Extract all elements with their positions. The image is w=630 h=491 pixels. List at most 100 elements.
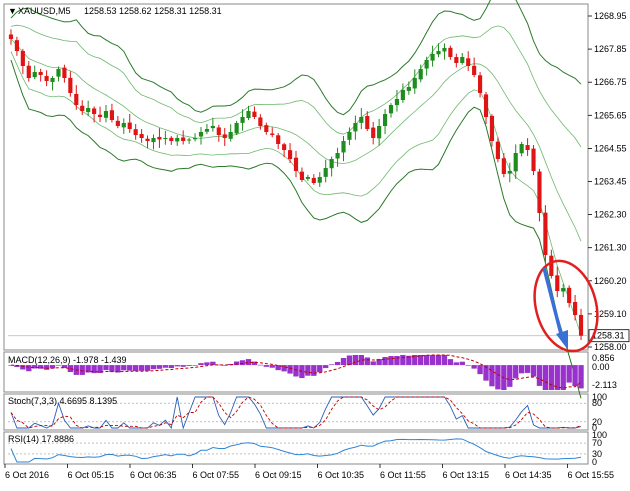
current-price-label: 1258.31 xyxy=(592,331,625,341)
macd-histogram-bar xyxy=(138,365,145,371)
macd-histogram-bar xyxy=(328,364,335,366)
rsi-tick-label: 0 xyxy=(592,457,597,467)
candle-body xyxy=(436,51,441,55)
price-tick-label: 1267.85 xyxy=(594,44,627,54)
macd-histogram-bar xyxy=(121,365,127,371)
macd-histogram-bar xyxy=(513,365,519,379)
macd-histogram-bar xyxy=(441,355,448,366)
macd-histogram-bar xyxy=(144,365,151,371)
macd-histogram-bar xyxy=(453,362,460,366)
macd-histogram-bar xyxy=(489,365,495,387)
candle-body xyxy=(507,171,512,174)
candle-body xyxy=(14,40,19,51)
time-tick-label: 6 Oct 09:15 xyxy=(255,470,302,480)
candle-body xyxy=(495,141,500,159)
candle-body xyxy=(353,123,358,132)
candle-body xyxy=(531,148,536,171)
candle-body xyxy=(578,314,584,336)
candle-body xyxy=(86,108,91,113)
candle-body xyxy=(139,133,144,138)
macd-histogram-bar xyxy=(180,365,186,367)
macd-tick-label: -2.113 xyxy=(592,380,617,390)
candle-body xyxy=(204,129,210,132)
candle-body xyxy=(561,288,566,292)
macd-histogram-bar xyxy=(198,363,204,366)
candle-body xyxy=(234,123,239,134)
macd-histogram-bar xyxy=(103,365,109,371)
stoch-label: Stoch(7,3,3) 4.6695 8.1395 xyxy=(8,396,117,406)
macd-histogram-bar xyxy=(465,365,471,366)
macd-histogram-bar xyxy=(578,365,584,389)
candle-body xyxy=(216,127,221,135)
macd-histogram-bar xyxy=(263,365,269,367)
macd-histogram-bar xyxy=(536,365,543,386)
macd-histogram-bar xyxy=(168,365,174,369)
candle-body xyxy=(264,125,269,132)
candle-body xyxy=(115,120,120,126)
candle-body xyxy=(448,47,453,57)
macd-histogram-bar xyxy=(429,355,436,366)
candle-body xyxy=(38,72,43,75)
macd-histogram-bar xyxy=(109,365,115,372)
macd-histogram-bar xyxy=(323,365,329,369)
macd-histogram-bar xyxy=(518,365,525,374)
candle-body xyxy=(371,127,376,138)
macd-histogram-bar xyxy=(364,357,370,366)
rsi-panel xyxy=(3,431,589,465)
macd-histogram-bar xyxy=(346,355,353,366)
candle-body xyxy=(388,105,394,114)
macd-histogram-bar xyxy=(257,364,264,366)
candle-body xyxy=(305,177,310,179)
candle-body xyxy=(56,69,61,77)
candle-body xyxy=(537,171,542,213)
price-tick-label: 1264.55 xyxy=(594,143,627,153)
candle-body xyxy=(573,302,578,315)
price-tick-label: 1266.75 xyxy=(594,77,627,87)
candle-body xyxy=(252,111,257,117)
candle-body xyxy=(151,138,156,143)
candle-body xyxy=(317,177,322,183)
macd-histogram-bar xyxy=(162,365,169,368)
candle-body xyxy=(323,168,328,177)
candle-body xyxy=(567,287,572,303)
candle-body xyxy=(525,145,530,150)
macd-histogram-bar xyxy=(132,365,139,372)
candle-body xyxy=(454,57,459,63)
candle-body xyxy=(513,153,518,172)
macd-histogram-bar xyxy=(204,362,210,366)
macd-histogram-bar xyxy=(388,356,394,366)
time-tick-label: 6 Oct 05:15 xyxy=(68,470,115,480)
candle-body xyxy=(311,177,316,183)
candle-body xyxy=(26,65,31,78)
candle-body xyxy=(519,144,524,154)
candle-body xyxy=(145,138,150,141)
macd-histogram-bar xyxy=(447,359,454,366)
macd-histogram-bar xyxy=(26,365,32,372)
candle-body xyxy=(299,171,305,180)
time-tick-label: 6 Oct 2016 xyxy=(5,470,49,480)
macd-histogram-bar xyxy=(524,365,531,373)
macd-histogram-bar xyxy=(156,365,163,369)
chart-canvas[interactable]: 1268.95 1267.85 1266.75 1265.65 1264.55 1263.… xyxy=(0,0,630,486)
candle-body xyxy=(365,116,370,129)
macd-histogram-bar xyxy=(560,365,566,390)
macd-histogram-bar xyxy=(423,355,430,366)
candle-body xyxy=(270,133,275,135)
candle-body xyxy=(543,212,548,255)
candle-body xyxy=(175,138,180,142)
macd-histogram-bar xyxy=(459,361,465,366)
candle-body xyxy=(329,159,334,169)
macd-histogram-bar xyxy=(174,365,180,367)
candle-body xyxy=(32,72,37,78)
candle-body xyxy=(478,75,483,93)
macd-histogram-bar xyxy=(186,365,192,366)
candle-body xyxy=(460,57,465,63)
candle-body xyxy=(382,114,388,126)
candle-body xyxy=(424,60,429,69)
candle-body xyxy=(187,139,192,141)
macd-histogram-bar xyxy=(542,365,549,390)
candle-body xyxy=(359,117,364,123)
candle-body xyxy=(97,114,103,117)
candle-body xyxy=(412,78,417,89)
candle-body xyxy=(228,132,233,139)
